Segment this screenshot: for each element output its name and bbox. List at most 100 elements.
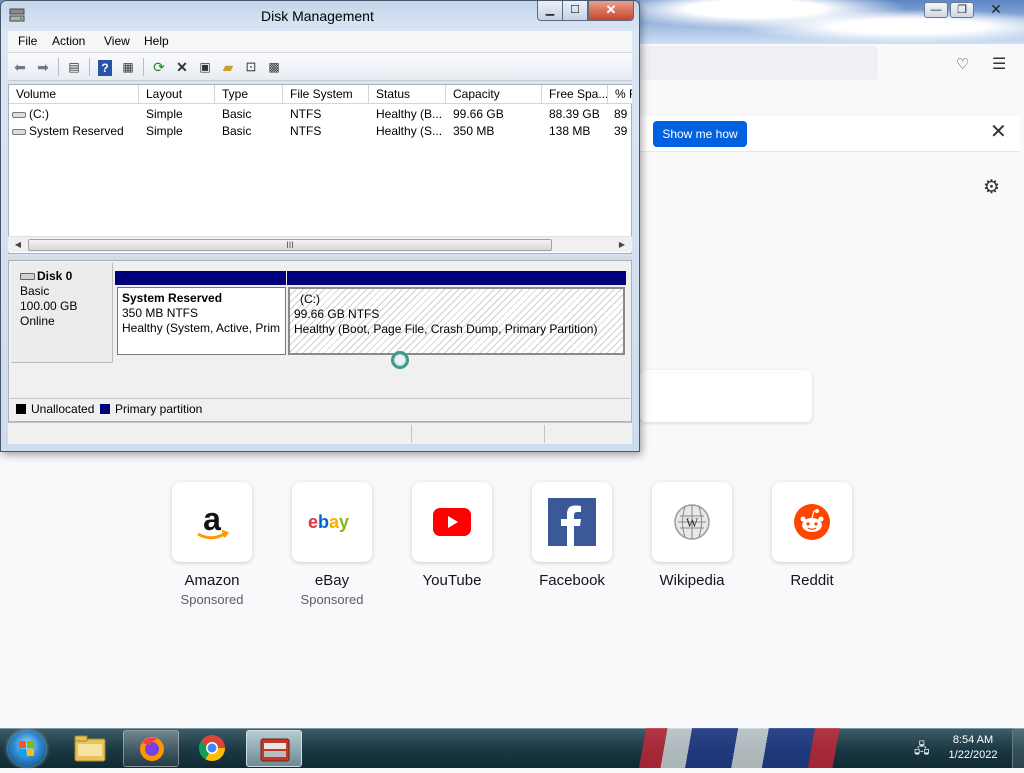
show-hide-tree-icon[interactable]: ▤ <box>64 57 84 77</box>
reddit-icon <box>794 504 830 540</box>
column-header-free-space[interactable]: Free Spa... <box>542 85 608 104</box>
hamburger-menu-icon[interactable]: ☰ <box>992 54 1006 74</box>
firefox-search-box[interactable] <box>640 370 812 422</box>
clock-date: 1/22/2022 <box>948 749 998 761</box>
start-button[interactable] <box>8 731 46 767</box>
legend-label: Primary partition <box>115 402 203 416</box>
volume-list: Volume Layout Type File System Status Ca… <box>8 84 632 254</box>
partition-header-bar <box>115 271 286 285</box>
disk-management-app-icon <box>9 8 25 22</box>
table-cell: Simple <box>146 107 183 121</box>
delete-icon[interactable]: ✕ <box>172 57 192 77</box>
top-site-ebay[interactable]: ebay eBay Sponsored <box>292 482 372 607</box>
close-icon[interactable]: ✕ <box>990 121 1007 143</box>
show-desktop-button[interactable] <box>1012 728 1024 768</box>
open-folder-icon[interactable]: ▰ <box>218 57 238 77</box>
toolbar-separator <box>143 58 144 76</box>
chrome-icon <box>198 735 226 762</box>
scroll-right-icon[interactable]: ▶ <box>614 237 630 253</box>
back-arrow-icon[interactable]: ⬅ <box>10 57 30 77</box>
top-site-reddit[interactable]: Reddit <box>772 482 852 589</box>
drive-icon <box>12 128 26 135</box>
menu-help[interactable]: Help <box>144 34 169 48</box>
sponsored-label: Sponsored <box>180 592 244 607</box>
column-header-layout[interactable]: Layout <box>139 85 215 104</box>
column-header-percent-free[interactable]: % F <box>608 85 632 104</box>
wallpaper-peek <box>600 728 900 768</box>
column-header-type[interactable]: Type <box>215 85 283 104</box>
computer-management-icon <box>260 738 290 762</box>
tray-clock[interactable]: 8:54 AM 1/22/2022 <box>938 733 1008 763</box>
top-site-youtube[interactable]: YouTube <box>412 482 492 589</box>
show-me-how-button[interactable]: Show me how <box>653 121 747 147</box>
facebook-icon <box>548 498 596 546</box>
disk-0-label[interactable]: Disk 0 Basic 100.00 GB Online <box>11 263 113 363</box>
horizontal-scrollbar[interactable]: ◀ III ▶ <box>8 236 632 252</box>
status-divider <box>544 425 545 443</box>
menu-action[interactable]: Action <box>52 34 85 48</box>
close-button[interactable]: ✕ <box>588 1 634 21</box>
table-cell: 138 MB <box>549 124 591 138</box>
table-cell: Healthy (B... <box>376 107 443 121</box>
top-site-amazon[interactable]: a Amazon Sponsored <box>172 482 252 607</box>
drive-icon <box>12 111 26 118</box>
firefox-url-bar[interactable] <box>640 46 878 80</box>
partition-name: System Reserved <box>122 291 223 305</box>
table-cell: System Reserved <box>29 124 124 138</box>
help-icon[interactable]: ? <box>95 57 115 77</box>
firefox-close-button[interactable]: ✕ <box>976 2 1016 18</box>
taskbar-firefox[interactable] <box>123 730 179 767</box>
top-site-wikipedia[interactable]: W Wikipedia <box>652 482 732 589</box>
disk-state: Online <box>20 314 55 328</box>
search-icon[interactable]: ⊡ <box>241 57 261 77</box>
amazon-icon: a <box>197 501 229 540</box>
taskbar-chrome[interactable] <box>184 730 240 767</box>
properties-icon[interactable]: ▣ <box>195 57 215 77</box>
taskbar-explorer[interactable] <box>62 730 118 767</box>
menu-view[interactable]: View <box>104 34 130 48</box>
properties-pane-icon[interactable]: ▦ <box>118 57 138 77</box>
title-bar[interactable]: Disk Management ▁ ☐ ✕ <box>1 1 639 31</box>
table-cell: 99.66 GB <box>453 107 504 121</box>
refresh-icon[interactable]: ⟳ <box>149 57 169 77</box>
disk-properties-icon[interactable]: ▩ <box>264 57 284 77</box>
maximize-button[interactable]: ☐ <box>562 1 588 21</box>
table-cell: Basic <box>222 107 252 121</box>
disk-size: 100.00 GB <box>20 299 78 313</box>
column-header-status[interactable]: Status <box>369 85 446 104</box>
menu-file[interactable]: File <box>18 34 37 48</box>
network-icon[interactable]: 🖧 <box>914 738 930 762</box>
unallocated-swatch <box>16 404 26 414</box>
scrollbar-thumb[interactable]: III <box>28 239 552 251</box>
column-header-capacity[interactable]: Capacity <box>446 85 542 104</box>
firefox-minimize-button[interactable]: — <box>924 2 948 18</box>
clock-time: 8:54 AM <box>952 734 994 746</box>
table-cell: 39 <box>614 124 628 138</box>
taskbar-computer-management[interactable] <box>246 730 302 767</box>
forward-arrow-icon[interactable]: ➡ <box>33 57 53 77</box>
gear-icon[interactable]: ⚙ <box>983 176 1000 199</box>
legend-label: Unallocated <box>31 402 95 416</box>
primary-partition-swatch <box>100 404 110 414</box>
pocket-icon[interactable]: ♡ <box>956 55 969 73</box>
firefox-restore-button[interactable]: ❐ <box>950 2 974 18</box>
column-header-volume[interactable]: Volume <box>9 85 139 104</box>
column-header-file-system[interactable]: File System <box>283 85 369 104</box>
toolbar-separator <box>89 58 90 76</box>
partition-header-bar <box>287 271 626 285</box>
top-site-label: Facebook <box>539 572 605 589</box>
busy-cursor-icon <box>391 351 409 369</box>
menu-bar: File Action View Help <box>8 31 632 53</box>
svg-text:W: W <box>686 515 699 530</box>
top-site-label: eBay <box>314 572 350 589</box>
top-site-facebook[interactable]: Facebook <box>532 482 612 589</box>
top-site-label: Amazon <box>184 572 240 589</box>
status-bar <box>8 422 632 444</box>
scroll-left-icon[interactable]: ◀ <box>10 237 26 253</box>
partition-system-reserved[interactable]: System Reserved 350 MB NTFS Healthy (Sys… <box>117 287 286 355</box>
minimize-button[interactable]: ▁ <box>537 1 563 21</box>
explorer-icon <box>74 735 106 762</box>
partition-c-drive[interactable]: (C:) 99.66 GB NTFS Healthy (Boot, Page F… <box>288 287 625 355</box>
legend: Unallocated Primary partition <box>10 398 630 418</box>
disk-name: Disk 0 <box>37 269 73 283</box>
